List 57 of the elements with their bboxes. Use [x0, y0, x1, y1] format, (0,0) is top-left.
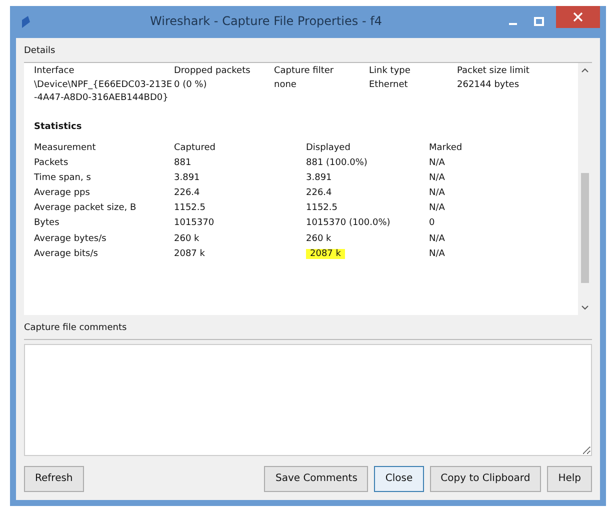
table-cell: 1015370 (100.0%): [306, 218, 390, 228]
table-cell: 3.891: [306, 173, 332, 184]
table-cell-text: Ethernet: [369, 79, 409, 92]
scroll-down-icon[interactable]: [581, 305, 589, 312]
table-cell-text: 262144 bytes: [457, 79, 520, 92]
dialog-button[interactable]: Save Comments: [264, 466, 368, 492]
column-header: Displayed: [306, 142, 352, 156]
table-cell: N/A: [429, 188, 445, 198]
table-cell: Average bytes/s: [34, 234, 106, 244]
dialog-button[interactable]: Copy to Clipboard: [430, 466, 542, 492]
comments-field[interactable]: [24, 344, 592, 456]
app-icon: [20, 15, 32, 29]
column-header: Packet size limit: [457, 65, 530, 78]
maximize-icon: [534, 17, 544, 27]
table-cell-text: 0 (0 %): [174, 79, 208, 92]
table-cell: N/A: [429, 248, 445, 259]
table-cell: 881 (100.0%): [306, 158, 368, 168]
table-cell-text: none: [274, 79, 298, 92]
window-title: Wireshark - Capture File Properties - f4: [149, 13, 383, 30]
table-cell: 2087 k: [306, 248, 345, 259]
table-cell: Average pps: [34, 188, 90, 198]
table-cell: 260 k: [306, 234, 332, 244]
column-header: Capture filter: [274, 65, 335, 78]
dialog-button[interactable]: Close: [374, 466, 424, 492]
table-cell: 1152.5: [306, 203, 338, 214]
statistics-heading: Statistics: [34, 121, 83, 134]
table-cell: N/A: [429, 173, 445, 184]
table-cell: 1015370: [174, 218, 214, 228]
table-cell: 0: [429, 218, 435, 228]
table-cell: Average packet size, B: [34, 203, 136, 214]
column-header: Dropped packets: [174, 65, 252, 78]
table-cell: 260 k: [174, 234, 200, 244]
table-cell: Average bits/s: [34, 248, 98, 259]
table-cell: N/A: [429, 158, 445, 168]
table-cell: 226.4: [306, 188, 332, 198]
table-cell: Packets: [34, 158, 68, 168]
table-cell-text: \Device\NPF_{E66EDC03-213E-4A47-A8D0-316AEB144BD0}: [34, 79, 174, 106]
dialog-button[interactable]: Help: [547, 466, 592, 492]
table-cell: 226.4: [174, 188, 200, 198]
table-cell: N/A: [429, 203, 445, 214]
column-header: Interface: [34, 65, 76, 78]
column-header: Measurement: [34, 142, 97, 156]
close-icon: [573, 12, 583, 22]
table-cell: 881: [174, 158, 192, 168]
table-cell: N/A: [429, 234, 445, 244]
table-cell: Time span, s: [34, 173, 91, 184]
table-cell: 2087 k: [174, 248, 205, 259]
scroll-up-icon[interactable]: [581, 67, 589, 74]
close-button[interactable]: [556, 6, 600, 28]
table-cell: 1152.5: [174, 203, 206, 214]
dialog-button[interactable]: Refresh: [24, 466, 84, 492]
table-cell: 3.891: [174, 173, 200, 184]
column-header: Captured: [174, 142, 216, 156]
comments-label: Capture file comments: [24, 319, 592, 340]
column-header: Marked: [429, 142, 464, 156]
table-cell: Bytes: [34, 218, 60, 228]
column-header: Link type: [369, 65, 412, 78]
